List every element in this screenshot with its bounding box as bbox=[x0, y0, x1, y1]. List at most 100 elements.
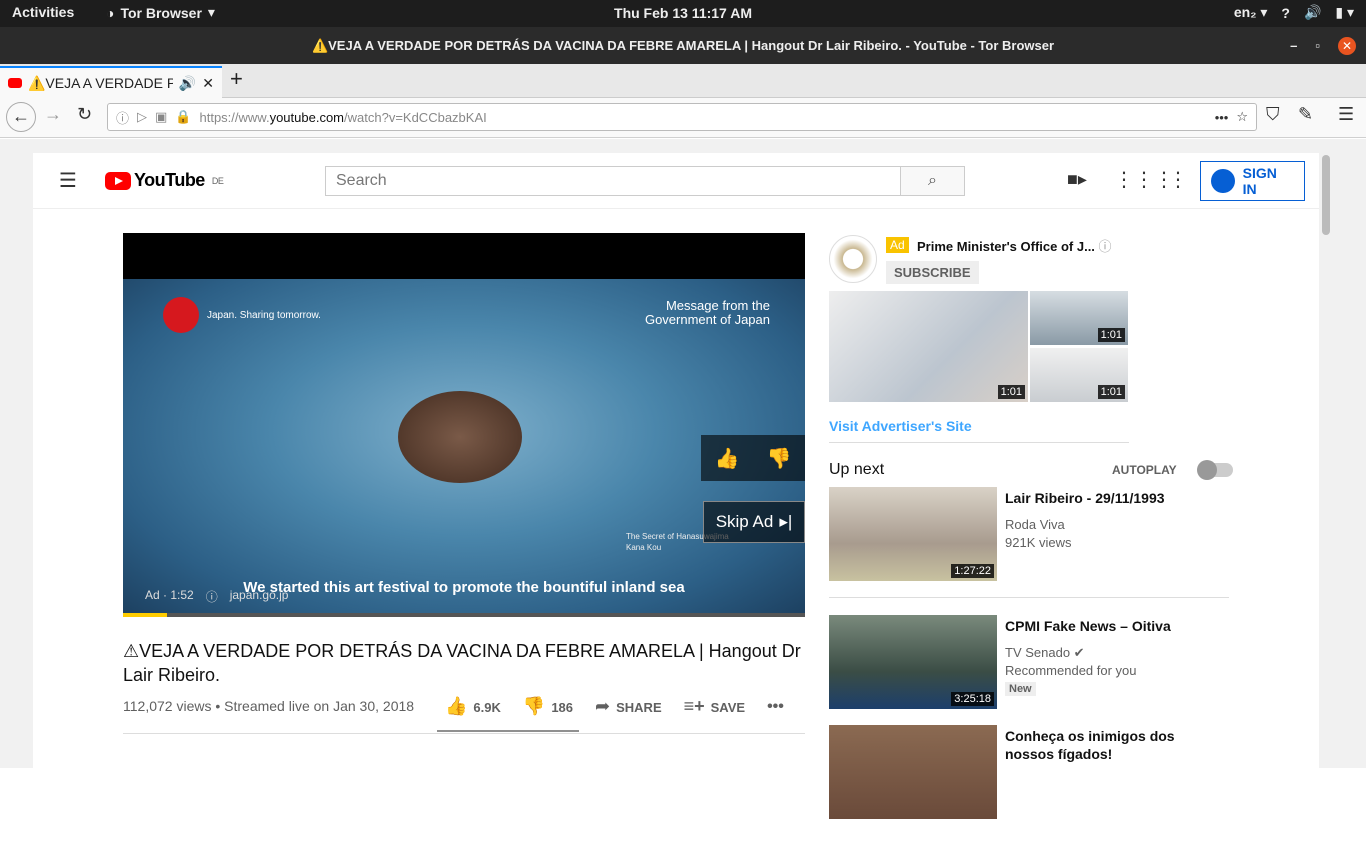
new-badge: New bbox=[1005, 682, 1036, 696]
minimize-icon[interactable]: – bbox=[1290, 27, 1297, 64]
like-button[interactable]: 👍 6.9K bbox=[445, 696, 501, 717]
autoplay-label: AUTOPLAY bbox=[1112, 463, 1177, 477]
visit-advertiser-link[interactable]: Visit Advertiser's Site bbox=[829, 418, 1229, 434]
volume-icon[interactable]: 🔊 bbox=[1304, 4, 1321, 21]
search-input[interactable]: Search bbox=[325, 166, 901, 196]
more-actions-icon[interactable]: ••• bbox=[767, 698, 784, 716]
region-code: DE bbox=[211, 175, 224, 186]
watch-page: Japan. Sharing tomorrow. Message from th… bbox=[33, 209, 1319, 819]
video-title[interactable]: CPMI Fake News – Oitiva bbox=[1005, 617, 1225, 635]
tor-icon: ◑ bbox=[106, 4, 115, 21]
share-button[interactable]: ➦ SHARE bbox=[595, 696, 662, 717]
noscript-icon[interactable]: ✎ bbox=[1298, 104, 1313, 125]
ad-badge: Ad bbox=[886, 237, 909, 253]
forward-button[interactable]: → bbox=[44, 104, 62, 125]
divider bbox=[829, 442, 1129, 443]
close-window-button[interactable]: ✕ bbox=[1338, 36, 1356, 55]
share-arrow-icon: ➦ bbox=[595, 696, 611, 716]
window-title: ⚠️VEJA A VERDADE POR DETRÁS DA VACINA DA… bbox=[311, 38, 1055, 53]
recommended-video[interactable]: Conheça os inimigos dos nossos fígados! bbox=[829, 725, 1229, 853]
ad-message: Message from the Government of Japan bbox=[644, 298, 770, 327]
ad-credit-line2: Kana Kou bbox=[626, 543, 662, 552]
playlist-add-icon: ≡+ bbox=[683, 696, 705, 716]
url-text[interactable]: https://www.youtube.com/watch?v=KdCCbazb… bbox=[200, 110, 487, 125]
ad-domain-link[interactable]: japan.go.jp bbox=[230, 588, 289, 605]
divider bbox=[829, 597, 1229, 598]
url-path: /watch?v=KdCCbazbKAI bbox=[344, 109, 487, 125]
info-icon[interactable]: ⓘ bbox=[1099, 239, 1112, 254]
video-actions: 👍 6.9K 👎 186 ➦ SHARE ≡+ SAVE ••• bbox=[445, 696, 784, 717]
ad-thumb-bottom[interactable]: 1:01 bbox=[1030, 348, 1128, 402]
create-video-icon[interactable]: ■▸ bbox=[1067, 169, 1087, 190]
like-count: 6.9K bbox=[473, 700, 501, 715]
channel-name[interactable]: TV Senado ✔ bbox=[1005, 645, 1085, 661]
tab-strip: ⚠️VEJA A VERDADE PC 🔊 ✕ + bbox=[0, 64, 1366, 98]
up-next-header: Up next AUTOPLAY bbox=[829, 451, 1233, 485]
duration-badge: 1:01 bbox=[997, 385, 1025, 399]
close-tab-icon[interactable]: ✕ bbox=[202, 75, 214, 92]
thumbs-up-icon: 👍 bbox=[445, 696, 468, 716]
page-actions-icon[interactable]: ••• bbox=[1215, 110, 1229, 125]
ad-info-icon[interactable]: ⓘ bbox=[206, 588, 218, 605]
bookmark-star-icon[interactable]: ☆ bbox=[1236, 109, 1248, 125]
dislike-button[interactable]: 👎 186 bbox=[523, 696, 573, 717]
progress-bar[interactable] bbox=[123, 613, 805, 617]
channel-logo[interactable] bbox=[829, 235, 877, 283]
save-button[interactable]: ≡+ SAVE bbox=[684, 696, 745, 717]
sign-in-label: SIGN IN bbox=[1242, 165, 1277, 197]
app-menu[interactable]: ◑ Tor Browser ▾ bbox=[106, 4, 215, 21]
url-bar[interactable]: ⓘ ▷ ▣ 🔒 https://www.youtube.com/watch?v=… bbox=[107, 103, 1257, 131]
thumbs-down-icon[interactable]: 👎 bbox=[767, 446, 792, 471]
video-title[interactable]: Lair Ribeiro - 29/11/1993 bbox=[1005, 489, 1225, 507]
tab-youtube[interactable]: ⚠️VEJA A VERDADE PC 🔊 ✕ bbox=[0, 66, 222, 98]
autoplay-blocked-icon[interactable]: ▷ bbox=[137, 109, 147, 125]
lock-icon: 🔒 bbox=[175, 109, 192, 124]
system-top-bar: Activities ◑ Tor Browser ▾ Thu Feb 13 11… bbox=[0, 0, 1366, 27]
companion-ad-thumbnails: 1:01 1:01 1:01 bbox=[829, 291, 1229, 406]
divider bbox=[123, 733, 805, 734]
skip-ad-button[interactable]: Skip Ad ▸| bbox=[703, 501, 805, 543]
hamburger-menu-icon[interactable]: ☰ bbox=[1338, 104, 1354, 125]
advertiser-name-text: Prime Minister's Office of J... bbox=[917, 239, 1095, 254]
sign-in-button[interactable]: SIGN IN bbox=[1200, 161, 1305, 201]
progress-fill bbox=[123, 613, 168, 617]
video-player[interactable]: Japan. Sharing tomorrow. Message from th… bbox=[123, 233, 805, 617]
ad-countdown: Ad · 1:52 bbox=[145, 588, 194, 602]
autoplay-toggle[interactable] bbox=[1197, 460, 1233, 480]
apps-grid-icon[interactable]: ⋮⋮⋮ bbox=[1114, 167, 1174, 192]
speaker-icon[interactable]: 🔊 bbox=[179, 75, 196, 92]
settings-more-icon[interactable]: ⋮ bbox=[1168, 167, 1188, 192]
page-scrollbar[interactable] bbox=[1322, 155, 1330, 235]
channel-name[interactable]: Roda Viva bbox=[1005, 517, 1065, 532]
shield-icon[interactable]: ⛉ bbox=[1266, 104, 1280, 125]
info-icon[interactable]: ⓘ bbox=[116, 108, 129, 127]
back-button[interactable]: ← bbox=[6, 102, 36, 132]
subscribe-button[interactable]: SUBSCRIBE bbox=[886, 261, 979, 284]
recommended-video[interactable]: 1:27:22 Lair Ribeiro - 29/11/1993 Roda V… bbox=[829, 487, 1229, 615]
language-indicator[interactable]: en₂ ▾ bbox=[1234, 4, 1267, 21]
ad-rating-box: 👍 👎 bbox=[701, 435, 805, 481]
image-icon[interactable]: ▣ bbox=[155, 109, 167, 125]
ad-brand: Japan. Sharing tomorrow. bbox=[163, 297, 321, 333]
guide-menu-icon[interactable]: ☰ bbox=[59, 168, 77, 193]
japan-sun-icon bbox=[163, 297, 199, 333]
search-button[interactable]: ⌕ bbox=[900, 166, 965, 196]
youtube-logo[interactable]: YouTube DE bbox=[105, 170, 224, 191]
ad-thumb-main[interactable]: 1:01 bbox=[829, 291, 1028, 402]
battery-icon[interactable]: ▮ ▾ bbox=[1335, 4, 1354, 21]
video-thumbnail[interactable] bbox=[829, 725, 997, 819]
reload-button[interactable]: ↻ bbox=[77, 104, 92, 125]
recommended-video[interactable]: 3:25:18 CPMI Fake News – Oitiva TV Senad… bbox=[829, 615, 1229, 743]
maximize-icon[interactable]: ▫ bbox=[1315, 27, 1320, 64]
search-icon: ⌕ bbox=[928, 172, 937, 189]
new-tab-button[interactable]: + bbox=[230, 66, 243, 92]
thumbs-up-icon[interactable]: 👍 bbox=[715, 446, 740, 471]
video-title[interactable]: Conheça os inimigos dos nossos fígados! bbox=[1005, 727, 1225, 763]
help-icon[interactable]: ? bbox=[1281, 5, 1290, 21]
activities-button[interactable]: Activities bbox=[12, 4, 74, 20]
video-thumbnail[interactable]: 3:25:18 bbox=[829, 615, 997, 709]
recommendation-note: Recommended for you bbox=[1005, 663, 1137, 678]
ad-thumb-top[interactable]: 1:01 bbox=[1030, 291, 1128, 345]
advertiser-name[interactable]: Prime Minister's Office of J... ⓘ bbox=[917, 236, 1112, 255]
video-thumbnail[interactable]: 1:27:22 bbox=[829, 487, 997, 581]
